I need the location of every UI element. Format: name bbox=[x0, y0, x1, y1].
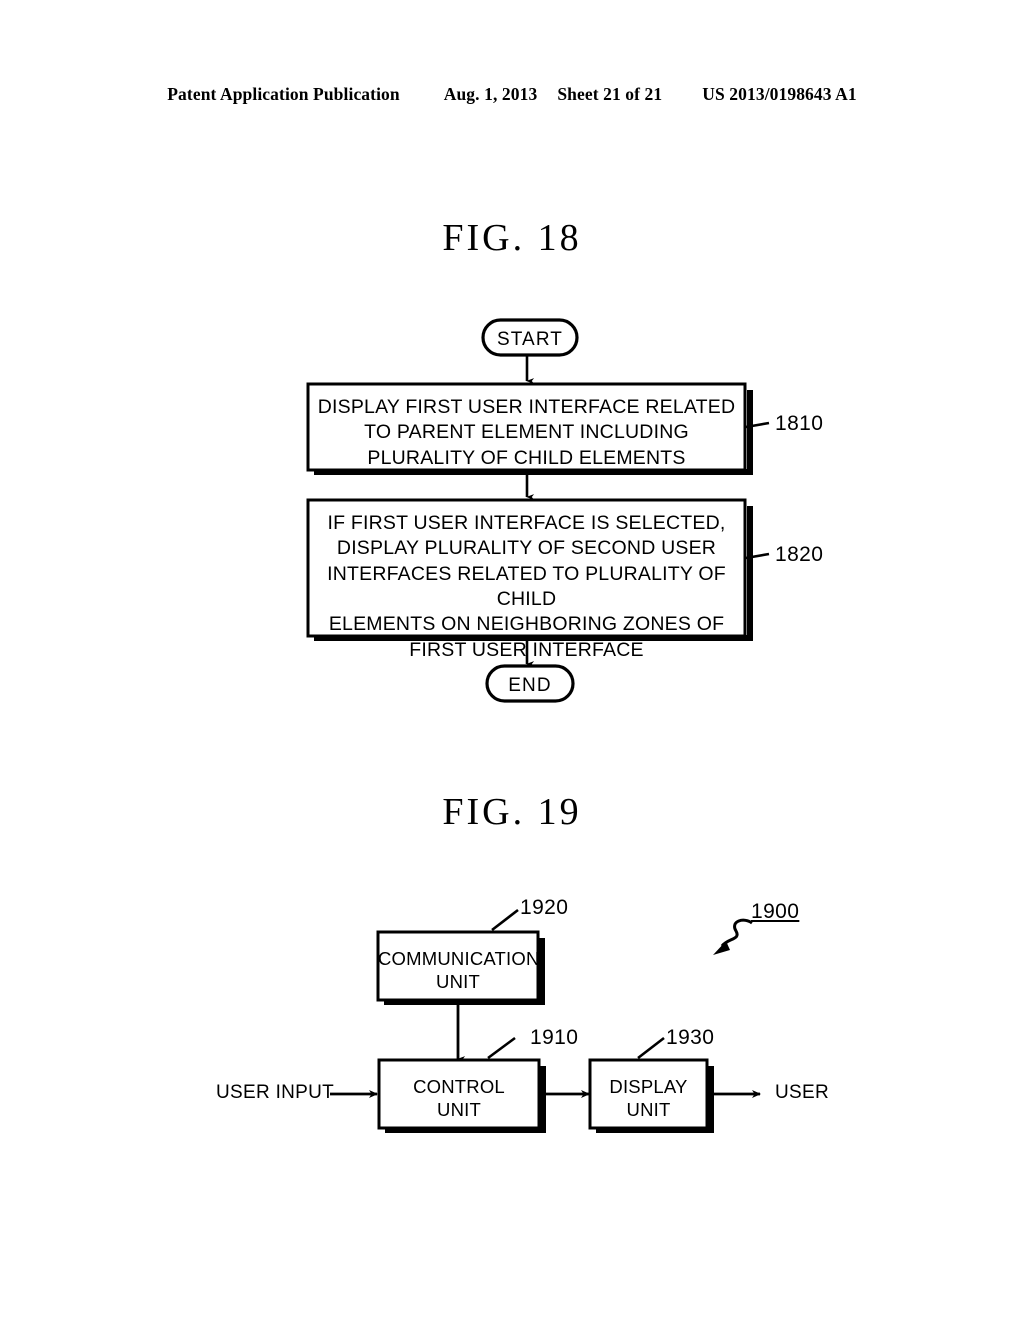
leader-line-1920 bbox=[491, 908, 519, 932]
reference-numeral-1930: 1930 bbox=[666, 1026, 715, 1049]
reference-numeral-1900: 1900 bbox=[751, 900, 800, 923]
block-display-unit-label: DISPLAY UNIT bbox=[609, 1076, 688, 1121]
label-user-input: USER INPUT bbox=[216, 1082, 335, 1103]
label-user-output: USER bbox=[775, 1082, 829, 1103]
block-control-unit-label: CONTROL UNIT bbox=[413, 1076, 505, 1121]
reference-numeral-1910: 1910 bbox=[530, 1026, 579, 1049]
leader-line-1910 bbox=[487, 1036, 516, 1060]
leader-line-1930 bbox=[637, 1036, 665, 1060]
figure-19-drawing bbox=[330, 908, 761, 1133]
reference-numeral-1920: 1920 bbox=[520, 896, 569, 919]
block-communication-unit-label: COMMUNICATION UNIT bbox=[378, 948, 540, 993]
